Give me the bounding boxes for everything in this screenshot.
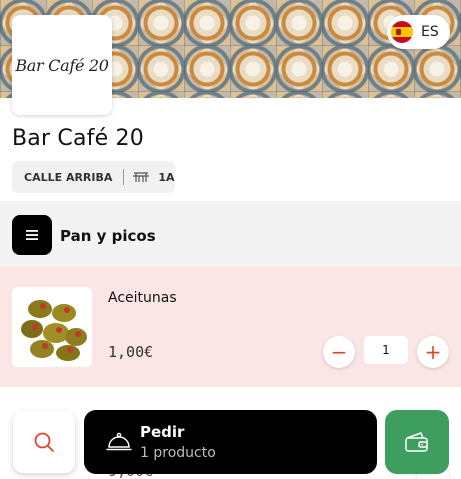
product-price: 1,00€ [108, 343, 154, 361]
cloche-icon [106, 432, 132, 451]
search-button[interactable] [13, 411, 75, 473]
decrease-quantity-button[interactable]: − [323, 336, 355, 368]
venue-title: Bar Café 20 [12, 126, 144, 151]
minus-icon: − [330, 340, 348, 364]
product-row[interactable]: Aceitunas 1,00€ − 1 + [0, 267, 461, 387]
spain-flag-icon [391, 21, 413, 43]
category-label: Pan y picos [60, 227, 156, 245]
venue-logo: Bar Café 20 [12, 15, 112, 115]
category-header: Pan y picos [0, 201, 461, 267]
order-count: 1 producto [140, 445, 216, 461]
zone-label: CALLE ARRIBA [24, 170, 113, 184]
language-code: ES [421, 24, 439, 40]
menu-icon [26, 230, 38, 240]
logo-text: Bar Café 20 [15, 55, 109, 75]
divider [123, 169, 125, 185]
order-button[interactable]: Pedir 1 producto [84, 410, 377, 474]
increase-quantity-button[interactable]: + [417, 336, 449, 368]
order-title: Pedir [140, 423, 185, 441]
olives-image [12, 287, 92, 367]
location-badge: CALLE ARRIBA 1A [12, 161, 175, 193]
plus-icon: + [424, 340, 442, 364]
language-selector[interactable]: ES [387, 15, 450, 49]
search-icon [34, 432, 54, 452]
product-name: Aceitunas [108, 290, 177, 306]
product-image-olives [12, 287, 92, 367]
category-menu-button[interactable] [12, 215, 52, 255]
quantity-value: 1 [364, 336, 408, 364]
wallet-button[interactable] [385, 410, 449, 474]
table-number: 1A [158, 170, 175, 184]
table-icon [133, 172, 150, 182]
wallet-icon [405, 432, 428, 452]
